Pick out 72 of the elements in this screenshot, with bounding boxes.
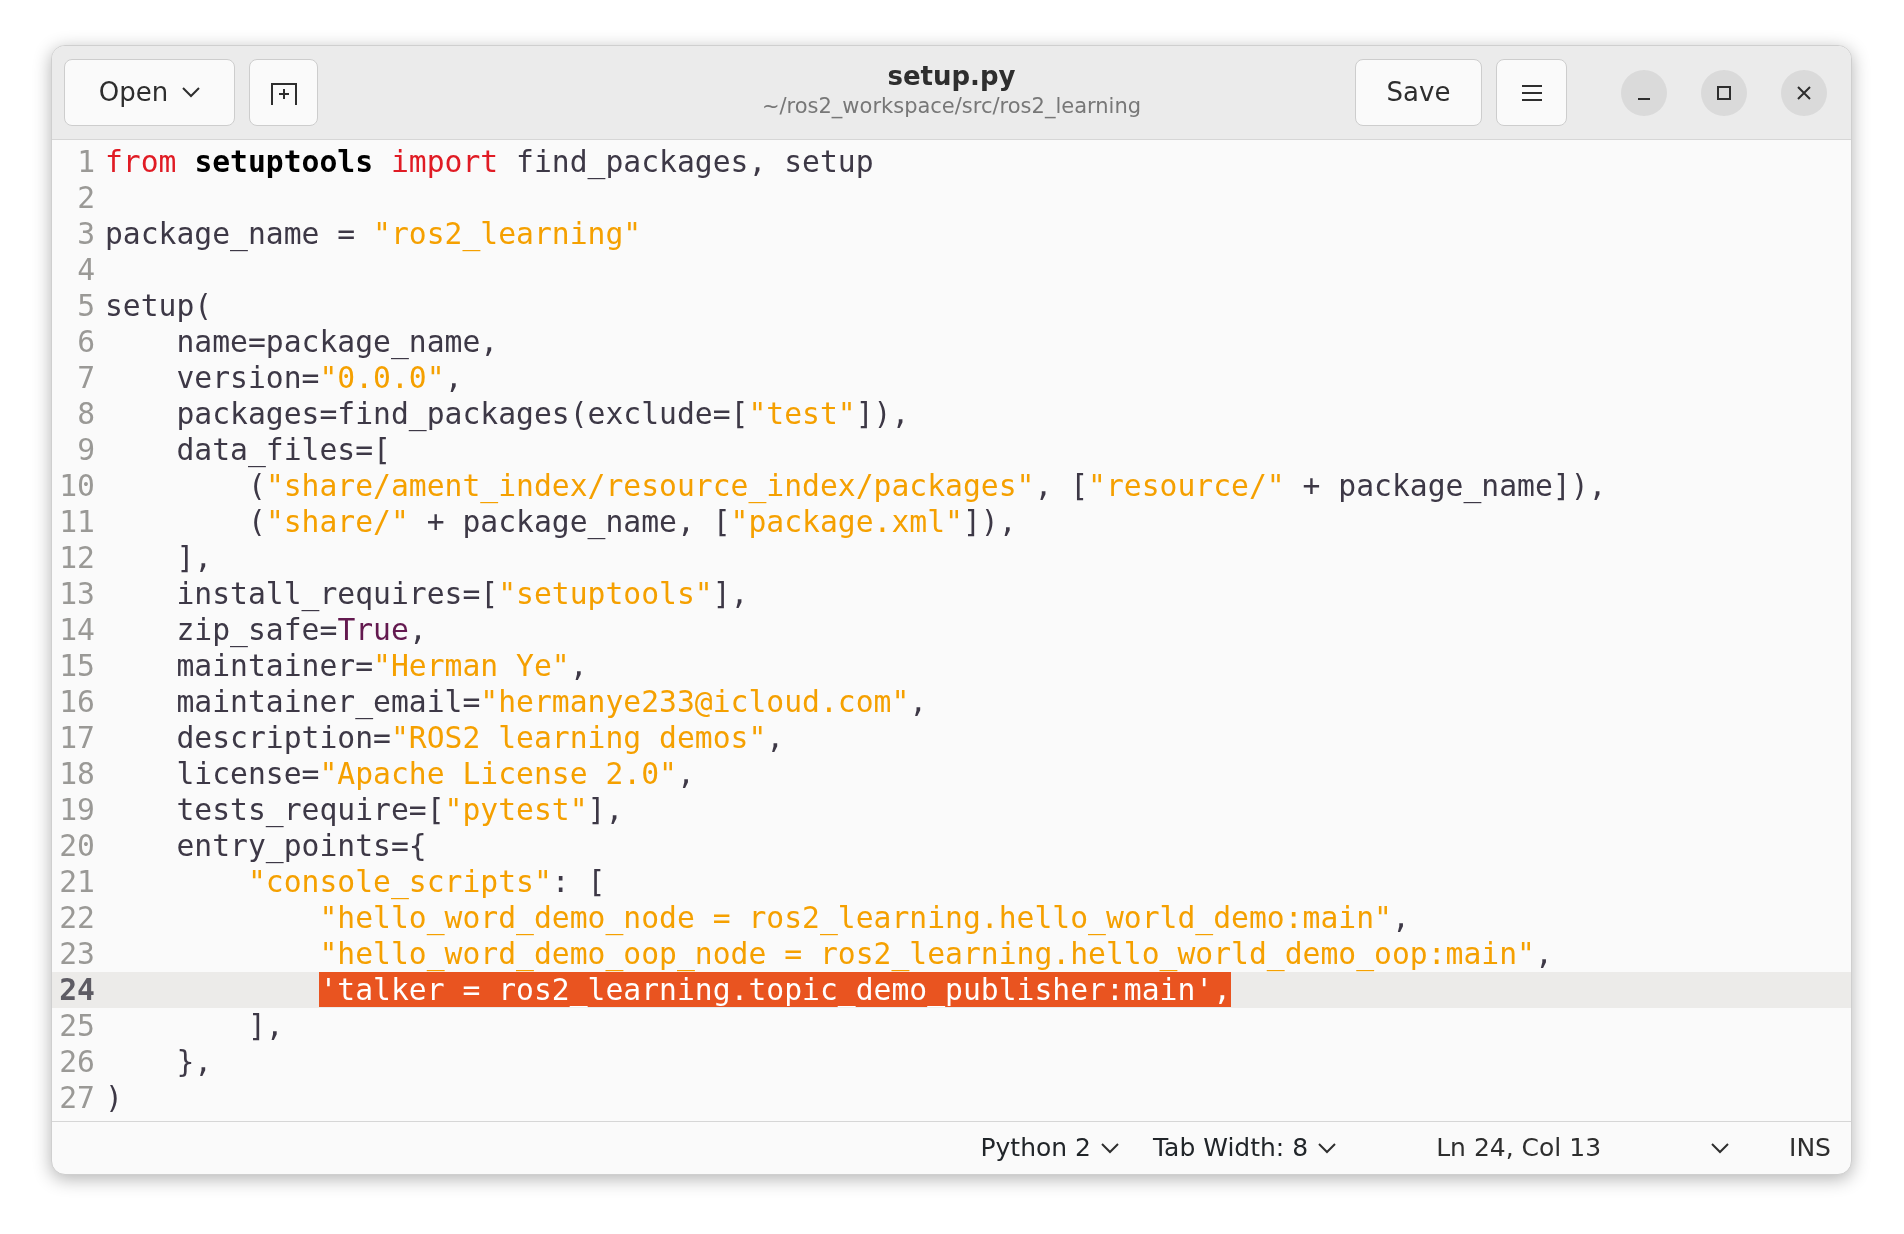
- insert-mode: INS: [1789, 1132, 1831, 1165]
- code-line: "hello_word_demo_oop_node = ros2_learning.hello_world_demo_oop:main",: [318, 936, 1554, 972]
- line-number: 7: [76, 360, 96, 396]
- line-number: 14: [58, 612, 96, 648]
- line-number: 3: [76, 216, 96, 252]
- save-button[interactable]: Save: [1355, 59, 1482, 126]
- code-line: },: [175, 1044, 214, 1080]
- code-line: ("share/ament_index/resource_index/packages", ["resource/" + package_name]),: [247, 468, 1608, 504]
- chevron-down-icon: [182, 87, 201, 98]
- code-line: data_files=[: [175, 432, 392, 468]
- code-line: ],: [247, 1008, 285, 1044]
- code-line: packages=find_packages(exclude=["test"]),: [175, 396, 911, 432]
- chevron-down-icon: [1711, 1142, 1730, 1154]
- close-icon: [1797, 85, 1811, 100]
- line-number: 27: [58, 1080, 96, 1116]
- cursor-position: Ln 24, Col 13: [1436, 1132, 1602, 1165]
- code-line: license="Apache License 2.0",: [175, 756, 696, 792]
- code-line: maintainer_email="hermanye233@icloud.com",: [175, 684, 929, 720]
- line-number: 15: [58, 648, 96, 684]
- line-number: 19: [58, 792, 96, 828]
- code-line: zip_safe=True,: [175, 612, 428, 648]
- code-line: package_name = "ros2_learning": [104, 216, 643, 252]
- code-line: name=package_name,: [175, 324, 500, 360]
- code-line: entry_points={: [175, 828, 428, 864]
- maximize-button[interactable]: [1701, 69, 1747, 116]
- language-dropdown[interactable]: Python 2: [980, 1129, 1119, 1167]
- line-number: 21: [58, 864, 96, 900]
- line-number: 22: [58, 900, 96, 936]
- line-number: 18: [58, 756, 96, 792]
- code-line: "hello_word_demo_node = ros2_learning.hello_world_demo:main",: [318, 900, 1411, 936]
- position-dropdown[interactable]: [1711, 1142, 1730, 1154]
- line-number: 1: [76, 144, 96, 180]
- maximize-icon: [1717, 85, 1731, 100]
- line-number: 12: [58, 540, 96, 576]
- code-line: "console_scripts": [: [247, 864, 607, 900]
- line-number: 23: [58, 936, 96, 972]
- chevron-down-icon: [1100, 1142, 1119, 1154]
- code-line: setup(: [104, 288, 214, 324]
- line-number: 25: [58, 1008, 96, 1044]
- line-number: 5: [76, 288, 96, 324]
- file-path: ~/ros2_workspace/src/ros2_learning: [761, 93, 1142, 121]
- line-number: 11: [58, 504, 96, 540]
- minimize-icon: [1637, 97, 1651, 100]
- line-number: 16: [58, 684, 96, 720]
- line-number: 10: [58, 468, 96, 504]
- code-line: version="0.0.0",: [175, 360, 464, 396]
- tab-width-dropdown[interactable]: Tab Width: 8: [1152, 1129, 1337, 1167]
- code-line: ("share/" + package_name, ["package.xml"]),: [247, 504, 1018, 540]
- chevron-down-icon: [1318, 1142, 1337, 1154]
- code-line: description="ROS2 learning demos",: [175, 720, 786, 756]
- menu-button[interactable]: [1496, 59, 1567, 126]
- code-line: maintainer="Herman Ye",: [175, 648, 589, 684]
- line-number: 26: [58, 1044, 96, 1080]
- window-title: setup.py: [887, 62, 1016, 92]
- code-line: ): [104, 1080, 124, 1116]
- line-number: 20: [58, 828, 96, 864]
- code-line: from setuptools import find_packages, setup: [104, 144, 875, 180]
- code-line: ],: [175, 540, 214, 576]
- code-line: tests_require=["pytest"],: [175, 792, 625, 828]
- line-number: 6: [76, 324, 96, 360]
- line-number: 17: [58, 720, 96, 756]
- open-button[interactable]: Open: [64, 59, 235, 126]
- line-number: 8: [76, 396, 96, 432]
- close-button[interactable]: [1781, 69, 1827, 116]
- line-number: 13: [58, 576, 96, 612]
- menu-icon: [1520, 83, 1543, 102]
- line-number: 9: [76, 432, 96, 468]
- code-line: install_requires=["setuptools"],: [175, 576, 750, 612]
- line-number: 4: [76, 252, 96, 288]
- line-number: 24: [52, 972, 99, 1008]
- new-tab-button[interactable]: [249, 59, 318, 126]
- line-number: 2: [76, 180, 96, 216]
